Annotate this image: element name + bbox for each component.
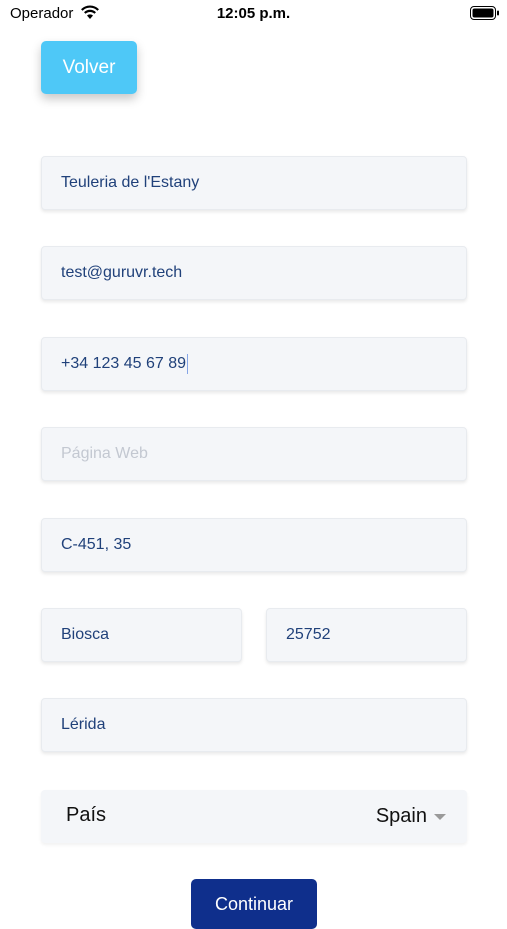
back-button[interactable]: Volver bbox=[41, 41, 137, 94]
province-value: Lérida bbox=[61, 716, 106, 733]
email-value: test@guruvr.tech bbox=[61, 264, 183, 281]
business-name-value: Teuleria de l'Estany bbox=[61, 174, 200, 191]
postal-code-field[interactable]: 25752 bbox=[266, 608, 467, 662]
phone-value: +34 123 45 67 89 bbox=[61, 355, 187, 372]
postal-code-value: 25752 bbox=[286, 626, 331, 643]
address-value: C-451, 35 bbox=[61, 536, 132, 553]
country-select[interactable]: País Spain bbox=[41, 790, 467, 843]
city-value: Biosca bbox=[61, 626, 110, 643]
business-name-field[interactable]: Teuleria de l'Estany bbox=[41, 156, 467, 210]
text-cursor bbox=[187, 354, 189, 374]
phone-field[interactable]: +34 123 45 67 89 bbox=[41, 337, 467, 391]
battery-icon bbox=[470, 6, 500, 20]
country-label: País bbox=[66, 804, 107, 826]
email-field[interactable]: test@guruvr.tech bbox=[41, 246, 467, 300]
website-field[interactable]: Página Web bbox=[41, 427, 467, 481]
address-field[interactable]: C-451, 35 bbox=[41, 518, 467, 572]
province-field[interactable]: Lérida bbox=[41, 698, 467, 752]
status-time: 12:05 p.m. bbox=[216, 5, 291, 22]
country-value: Spain bbox=[375, 805, 427, 827]
continue-button[interactable]: Continuar bbox=[191, 879, 317, 929]
website-placeholder: Página Web bbox=[61, 445, 148, 462]
city-field[interactable]: Biosca bbox=[41, 608, 242, 662]
chevron-down-icon bbox=[434, 814, 446, 820]
status-bar: Operador 12:05 p.m. bbox=[0, 0, 507, 30]
